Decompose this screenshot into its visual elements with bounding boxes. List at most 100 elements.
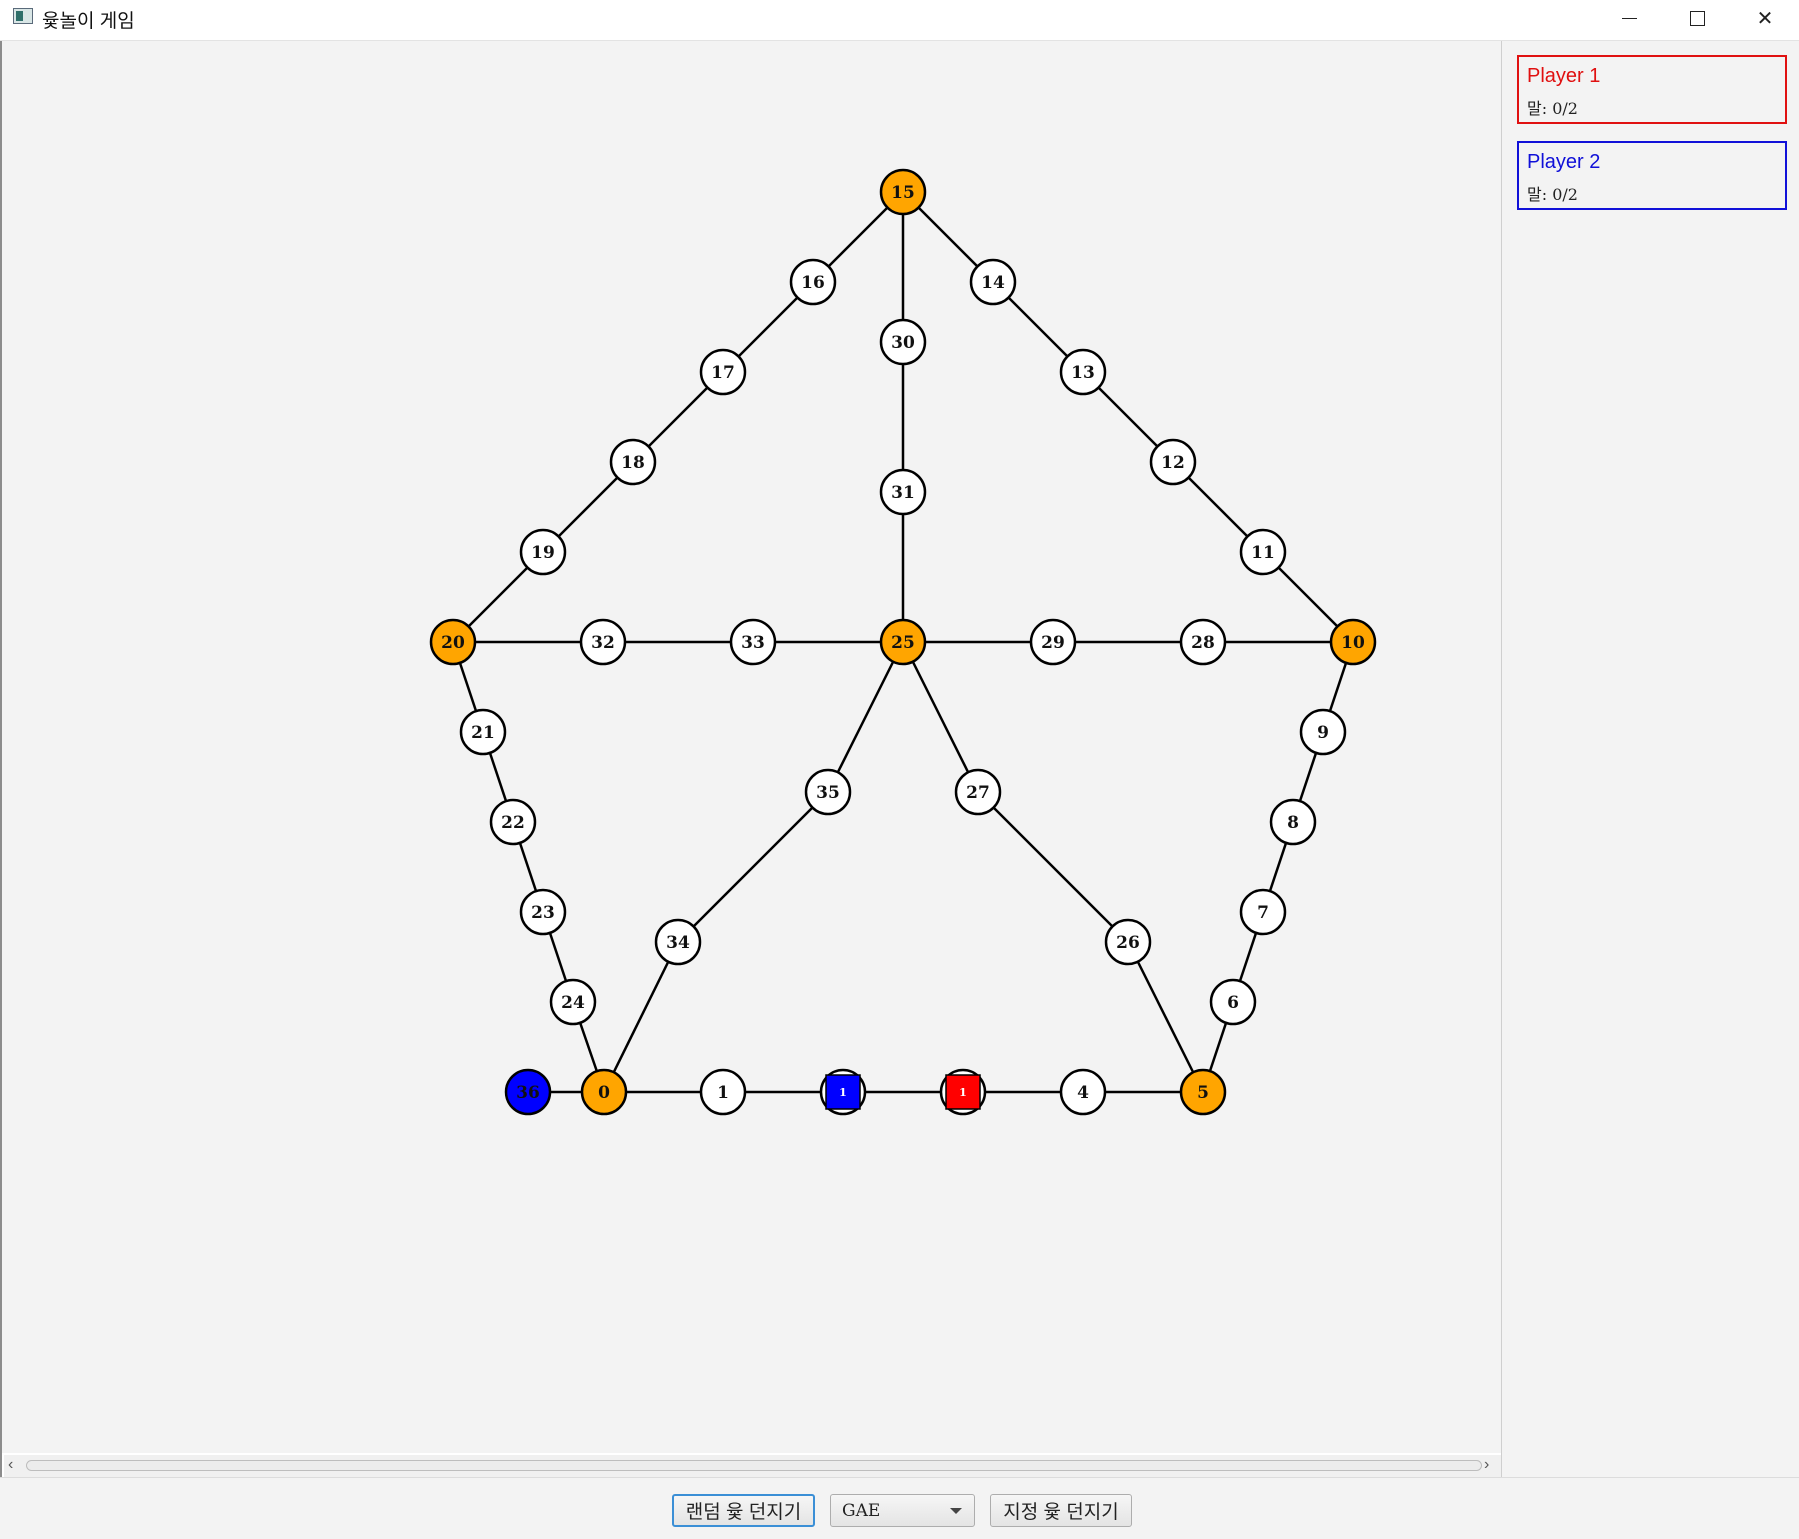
board-node-5[interactable]: 5 [1179, 1068, 1227, 1116]
specified-throw-button[interactable]: 지정 윷 던지기 [990, 1494, 1132, 1527]
board-node-1[interactable]: 1 [699, 1068, 747, 1116]
board-node-6[interactable]: 6 [1209, 978, 1257, 1026]
node-label: 30 [891, 333, 915, 353]
player-panel [1502, 41, 1799, 1477]
board-edge [602, 941, 680, 1093]
node-label: 35 [816, 783, 840, 803]
node-label: 19 [531, 543, 555, 563]
board-node-30[interactable]: 30 [879, 318, 927, 366]
node-label: 32 [591, 633, 615, 653]
player-pieces: 말: 0/2 [1527, 185, 1578, 204]
title-bar: 윷놀이 게임 ✕ [0, 0, 1799, 41]
node-label: 25 [891, 633, 915, 653]
board-node-14[interactable]: 14 [969, 258, 1017, 306]
node-label: 17 [711, 363, 735, 383]
board-node-18[interactable]: 18 [609, 438, 657, 486]
board-node-15[interactable]: 15 [879, 168, 927, 216]
board-node-33[interactable]: 33 [729, 618, 777, 666]
player-name: Player 1 [1527, 65, 1601, 87]
board-node-20[interactable]: 20 [429, 618, 477, 666]
maximize-button[interactable] [1662, 0, 1732, 36]
node-label: 5 [1197, 1083, 1209, 1103]
node-label: 13 [1071, 363, 1095, 383]
player-pieces: 말: 0/2 [1527, 99, 1578, 118]
board-edge [826, 641, 905, 793]
node-label: 14 [981, 273, 1005, 293]
node-label: 20 [441, 633, 465, 653]
board-node-35[interactable]: 35 [804, 768, 852, 816]
node-label: 8 [1287, 813, 1299, 833]
board-node-4[interactable]: 4 [1059, 1068, 1107, 1116]
node-label: 27 [966, 783, 990, 803]
node-label: 1 [717, 1083, 729, 1103]
scroll-left-icon[interactable]: ‹ [8, 1456, 13, 1474]
board-node-34[interactable]: 34 [654, 918, 702, 966]
board-node-25[interactable]: 25 [879, 618, 927, 666]
board-node-13[interactable]: 13 [1059, 348, 1107, 396]
board-edge [977, 791, 1129, 943]
node-label: 7 [1257, 903, 1269, 923]
board-node-27[interactable]: 27 [954, 768, 1002, 816]
node-label: 24 [561, 993, 585, 1013]
node-label: 4 [1077, 1083, 1089, 1103]
node-label: 16 [801, 273, 825, 293]
board-node-8[interactable]: 8 [1269, 798, 1317, 846]
board-node-0[interactable]: 0 [580, 1068, 628, 1116]
board-node-2[interactable]: 1 [819, 1068, 867, 1116]
throw-select-value: GAE [842, 1501, 881, 1521]
control-bar: 랜덤 윷 던지기 GAE 지정 윷 던지기 [0, 1477, 1799, 1539]
board-node-31[interactable]: 31 [879, 468, 927, 516]
node-label: 22 [501, 813, 525, 833]
node-label: 21 [471, 723, 495, 743]
node-label: 34 [666, 933, 690, 953]
board-node-29[interactable]: 29 [1029, 618, 1077, 666]
board-node-28[interactable]: 28 [1179, 618, 1227, 666]
horizontal-scrollbar[interactable]: ‹ › [4, 1455, 1501, 1477]
node-label: 26 [1116, 933, 1140, 953]
board-edge [1126, 941, 1205, 1093]
node-label: 18 [621, 453, 645, 473]
close-button[interactable]: ✕ [1730, 0, 1799, 36]
piece-count: 1 [959, 1086, 967, 1099]
player-card-1: Player 1 말: 0/2 [1517, 55, 1787, 124]
random-throw-button[interactable]: 랜덤 윷 던지기 [672, 1494, 815, 1527]
board-node-17[interactable]: 17 [699, 348, 747, 396]
window-title: 윷놀이 게임 [42, 11, 135, 32]
board-node-26[interactable]: 26 [1104, 918, 1152, 966]
board-node-23[interactable]: 23 [519, 888, 567, 936]
node-label: 23 [531, 903, 555, 923]
board-node-9[interactable]: 9 [1299, 708, 1347, 756]
node-label: 11 [1251, 543, 1275, 563]
node-label: 12 [1161, 453, 1185, 473]
board-node-16[interactable]: 16 [789, 258, 837, 306]
board-node-11[interactable]: 11 [1239, 528, 1287, 576]
node-label: 33 [741, 633, 765, 653]
board-node-12[interactable]: 12 [1149, 438, 1197, 486]
board-node-7[interactable]: 7 [1239, 888, 1287, 936]
board-node-32[interactable]: 32 [579, 618, 627, 666]
board-node-21[interactable]: 21 [459, 708, 507, 756]
throw-result-select[interactable]: GAE [830, 1494, 975, 1527]
board-node-3[interactable]: 1 [939, 1068, 987, 1116]
board-node-19[interactable]: 19 [519, 528, 567, 576]
board-node-24[interactable]: 24 [549, 978, 597, 1026]
player-name: Player 2 [1527, 151, 1601, 173]
node-label: 15 [891, 183, 915, 203]
game-board: 0 1 1 1 4 5 6 7 8 9 10 11 12 13 14 15 16 17 18 19 20 21 22 23 24… [2, 41, 1501, 1453]
minimize-button[interactable] [1594, 0, 1664, 36]
piece-count: 1 [839, 1086, 847, 1099]
scrollbar-thumb[interactable] [26, 1460, 1482, 1471]
board-node-22[interactable]: 22 [489, 798, 537, 846]
node-label: 0 [598, 1083, 610, 1103]
player-card-2: Player 2 말: 0/2 [1517, 141, 1787, 210]
app-window-icon [13, 8, 33, 24]
board-node-36[interactable]: 36 [504, 1068, 552, 1116]
node-label: 28 [1191, 633, 1215, 653]
board-node-10[interactable]: 10 [1329, 618, 1377, 666]
maximize-icon [1689, 10, 1705, 26]
scroll-right-icon[interactable]: › [1484, 1456, 1489, 1474]
node-label: 9 [1317, 723, 1329, 743]
node-label: 31 [891, 483, 915, 503]
board-edge [677, 791, 829, 943]
node-label: 6 [1227, 993, 1239, 1013]
